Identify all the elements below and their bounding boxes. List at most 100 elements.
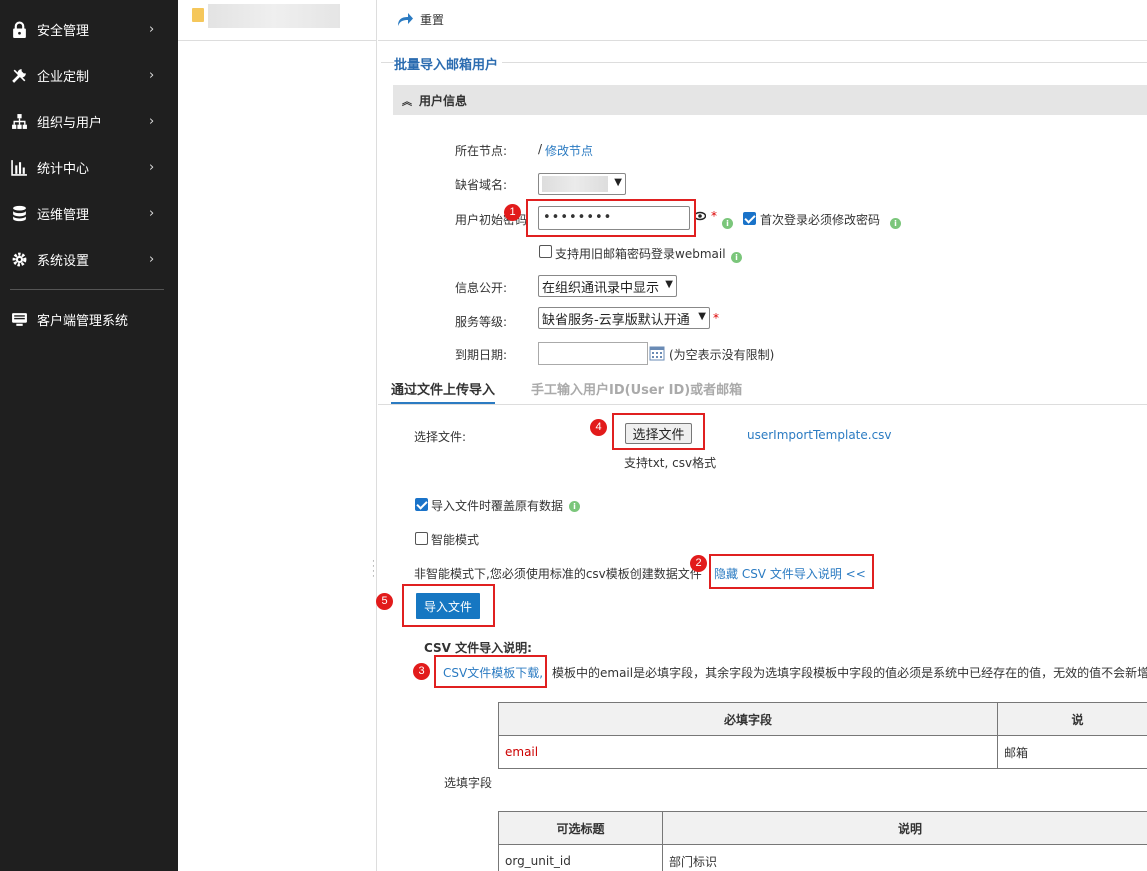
collapse-up-icon: ︽	[402, 96, 412, 108]
info-icon[interactable]: i	[731, 252, 742, 263]
tab-manual-input[interactable]: 手工输入用户ID(User ID)或者邮箱	[531, 379, 742, 398]
annotation-badge-4: 4	[590, 419, 607, 436]
monitor-icon	[12, 312, 27, 326]
chevron-down-icon: ▼	[614, 177, 622, 188]
visibility-select[interactable]: 在组织通讯录中显示 ▼	[538, 275, 677, 297]
force-change-password-checkbox[interactable]	[743, 212, 756, 225]
sidebar-item-settings[interactable]: 系统设置 ›	[0, 244, 178, 274]
reset-label: 重置	[420, 13, 445, 27]
annotation-box-password	[526, 199, 696, 237]
table-cell: 部门标识	[662, 844, 1147, 871]
table-header: 可选标题	[498, 811, 663, 845]
toolbar: 重置	[378, 0, 1147, 41]
expire-date-hint: (为空表示没有限制)	[669, 348, 775, 362]
file-label: 选择文件:	[414, 430, 467, 444]
sidebar-item-client-management[interactable]: 客户端管理系统	[0, 304, 178, 334]
sidebar-item-label: 组织与用户	[37, 115, 103, 131]
tab-file-upload[interactable]: 通过文件上传导入	[391, 379, 496, 404]
annotation-box-download	[434, 655, 547, 688]
table-header: 必填字段	[498, 702, 998, 736]
chevron-right-icon: ›	[149, 159, 155, 175]
gear-icon	[12, 252, 27, 266]
sidebar-item-label: 企业定制	[37, 69, 90, 85]
overwrite-data-checkbox[interactable]	[415, 498, 428, 511]
legacy-webmail-label: 支持用旧邮箱密码登录webmail	[555, 247, 726, 261]
database-icon	[13, 205, 26, 221]
bar-chart-icon	[11, 159, 27, 176]
table-header: 说	[997, 702, 1147, 736]
sidebar-item-customization[interactable]: 企业定制 ›	[0, 60, 178, 90]
visibility-value: 在组织通讯录中显示	[542, 280, 660, 296]
template-file-link[interactable]: userImportTemplate.csv	[747, 428, 892, 442]
sidebar-item-security[interactable]: 安全管理 ›	[0, 14, 178, 44]
chevron-right-icon: ›	[149, 67, 155, 83]
table-cell: 邮箱	[997, 735, 1147, 769]
csv-help-title: CSV 文件导入说明:	[424, 641, 532, 655]
main-content: 重置 批量导入邮箱用户 ︽ 用户信息 所在节点: / 修改节点 缺省域名: ▼ …	[376, 0, 1147, 871]
reset-button[interactable]: 重置	[396, 11, 444, 28]
modify-node-link[interactable]: 修改节点	[545, 142, 593, 159]
visibility-label: 信息公开:	[455, 281, 508, 295]
domain-value-blurred	[542, 176, 608, 192]
table-cell: email	[498, 735, 998, 769]
chevron-down-icon: ▼	[665, 279, 673, 290]
sidebar-item-label: 运维管理	[37, 207, 90, 223]
sidebar: 安全管理 › 企业定制 › 组织与用户 › 统计中心 › 运维管理 › 系统设置…	[0, 0, 178, 871]
panel-title: 用户信息	[419, 93, 468, 108]
tree-divider	[178, 40, 377, 41]
annotation-badge-5: 5	[376, 593, 393, 610]
service-level-select[interactable]: 缺省服务-云享版默认开通 ▼	[538, 307, 710, 329]
sidebar-divider	[10, 289, 164, 290]
table-header: 说明	[662, 811, 1147, 845]
calendar-icon[interactable]	[649, 345, 665, 361]
panel-splitter-handle[interactable]: · · · ·	[372, 558, 376, 590]
section-title: 批量导入邮箱用户	[394, 54, 503, 73]
node-path: /	[538, 142, 543, 156]
org-chart-icon	[12, 113, 27, 129]
chevron-right-icon: ›	[149, 251, 155, 267]
expire-date-input[interactable]	[538, 342, 648, 365]
info-icon[interactable]: i	[569, 501, 580, 512]
csv-help-description: 模板中的email是必填字段，其余字段为选填字段模板中字段的值必须是系统中已经存…	[552, 666, 1147, 680]
user-info-panel-header[interactable]: ︽ 用户信息	[393, 85, 1147, 115]
force-change-password-label: 首次登录必须修改密码	[760, 213, 881, 227]
tools-icon	[12, 68, 26, 83]
redo-arrow-icon	[398, 12, 413, 26]
tree-node-blurred[interactable]	[208, 4, 340, 28]
annotation-box-import	[402, 584, 495, 627]
sidebar-item-operations[interactable]: 运维管理 ›	[0, 198, 178, 228]
chevron-right-icon: ›	[149, 205, 155, 221]
required-star: *	[713, 311, 719, 325]
tabs-divider	[378, 404, 1147, 405]
smart-mode-checkbox[interactable]	[415, 532, 428, 545]
annotation-badge-3: 3	[413, 663, 430, 680]
format-hint: 支持txt, csv格式	[624, 456, 717, 470]
annotation-badge-2: 2	[690, 555, 707, 572]
domain-label: 缺省域名:	[455, 178, 508, 192]
smart-mode-label: 智能模式	[431, 533, 480, 547]
optional-fields-label: 选填字段	[444, 776, 493, 790]
service-level-value: 缺省服务-云享版默认开通	[542, 312, 690, 328]
node-label: 所在节点:	[455, 144, 508, 158]
sidebar-item-statistics[interactable]: 统计中心 ›	[0, 152, 178, 182]
service-level-label: 服务等级:	[455, 315, 508, 329]
optional-fields-table: 可选标题 说明 org_unit_id 部门标识	[498, 811, 1147, 871]
chevron-right-icon: ›	[149, 113, 155, 129]
overwrite-data-label: 导入文件时覆盖原有数据	[431, 499, 564, 513]
info-icon[interactable]: i	[890, 218, 901, 229]
folder-icon	[192, 8, 204, 22]
required-star: *	[711, 209, 717, 223]
domain-select[interactable]: ▼	[538, 173, 626, 195]
annotation-badge-1: 1	[504, 204, 521, 221]
sidebar-item-label: 系统设置	[37, 253, 90, 269]
sidebar-item-label: 客户端管理系统	[37, 313, 129, 329]
csv-notice-text: 非智能模式下,您必须使用标准的csv模板创建数据文件	[414, 567, 702, 581]
legacy-webmail-checkbox[interactable]	[539, 245, 552, 258]
table-row: org_unit_id 部门标识	[498, 844, 1147, 871]
required-fields-table: 必填字段 说 email 邮箱	[498, 702, 1147, 769]
info-icon[interactable]: i	[722, 218, 733, 229]
sidebar-item-label: 安全管理	[37, 23, 90, 39]
lock-icon	[13, 21, 26, 38]
sidebar-item-org-users[interactable]: 组织与用户 ›	[0, 106, 178, 136]
org-tree-panel	[178, 0, 377, 871]
